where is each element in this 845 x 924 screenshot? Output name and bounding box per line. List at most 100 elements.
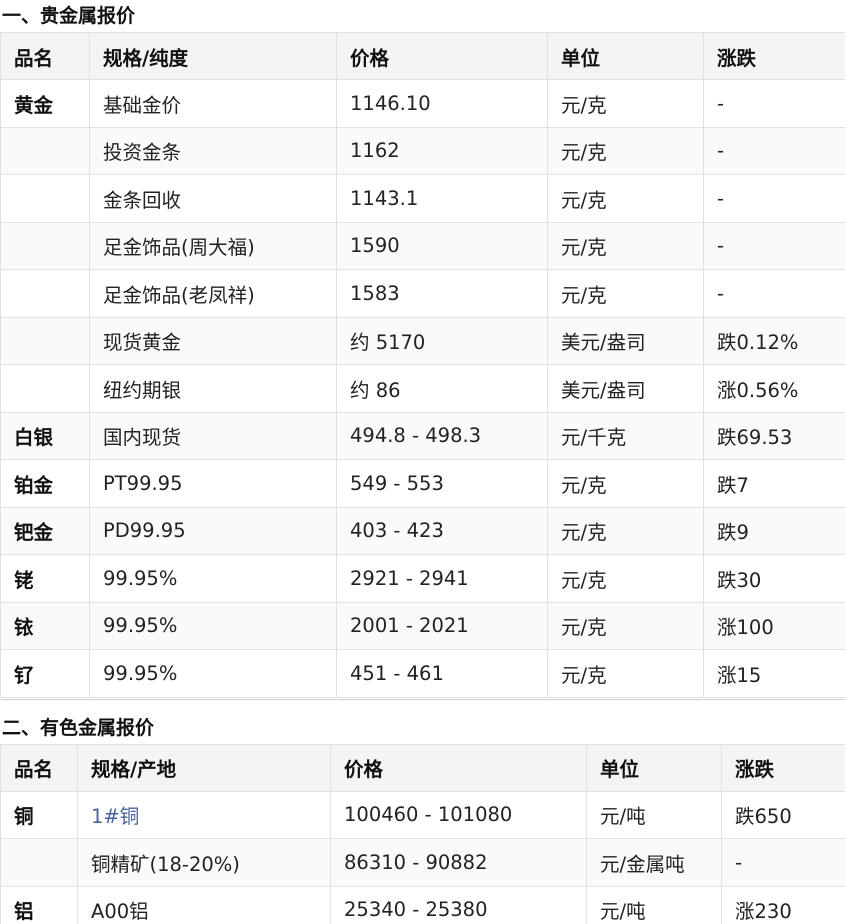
cell-spec: 足金饰品(老凤祥) [89,269,337,318]
cell-unit: 元/克 [547,649,704,698]
copper-link[interactable]: 1#铜 [91,805,139,828]
cell-name: 钯金 [0,506,90,555]
cell-price: 1162 [336,126,548,175]
cell-unit: 元/千克 [547,411,704,460]
cell-spec: 铜精矿(18-20%) [77,838,331,887]
cell-unit: 元/吨 [586,885,722,924]
cell-unit: 元/克 [547,554,704,603]
cell-price: 451 - 461 [336,649,548,698]
section-nonferrous-metals: 二、有色金属报价 品名 规格/产地 价格 单位 涨跌 铜 1#铜 100460 … [0,712,845,924]
cell-name [0,126,90,175]
cell-change: 涨230 [721,885,845,924]
table-row: 铝 A00铝 25340 - 25380 元/吨 涨230 [0,885,845,924]
header-name: 品名 [0,32,90,80]
table-row: 铜精矿(18-20%) 86310 - 90882 元/金属吨 - [0,838,845,887]
cell-unit: 元/吨 [586,790,722,839]
table-row: 足金饰品(老凤祥) 1583 元/克 - [0,269,845,318]
cell-name: 白银 [0,411,90,460]
cell-spec: 金条回收 [89,174,337,223]
table-row: 金条回收 1143.1 元/克 - [0,174,845,223]
table-row: 铂金 PT99.95 549 - 553 元/克 跌7 [0,459,845,508]
cell-change: 涨100 [703,601,845,650]
cell-change: 跌7 [703,459,845,508]
cell-spec: 基础金价 [89,79,337,128]
cell-spec: PT99.95 [89,459,337,508]
cell-name [0,364,90,413]
cell-name [0,316,90,365]
cell-spec: 纽约期银 [89,364,337,413]
cell-price: 1146.10 [336,79,548,128]
table-row: 铱 99.95% 2001 - 2021 元/克 涨100 [0,601,845,650]
cell-price: 2921 - 2941 [336,554,548,603]
cell-unit: 美元/盎司 [547,316,704,365]
cell-name [0,174,90,223]
cell-name [0,838,78,887]
section-title: 一、贵金属报价 [2,5,136,27]
cell-unit: 元/克 [547,459,704,508]
header-price: 价格 [330,743,587,792]
cell-spec: 投资金条 [89,126,337,175]
cell-unit: 元/克 [547,221,704,270]
cell-price: 86310 - 90882 [330,838,587,887]
section-title: 二、有色金属报价 [2,716,155,739]
cell-unit: 美元/盎司 [547,364,704,413]
cell-unit: 元/克 [547,601,704,650]
cell-change: 跌9 [703,506,845,555]
cell-price: 100460 - 101080 [330,790,587,839]
cell-change: 跌30 [703,554,845,603]
cell-change: - [703,221,845,270]
header-spec: 规格/纯度 [89,32,337,80]
cell-change: - [703,79,845,128]
cell-name: 黄金 [0,79,90,128]
cell-change: 涨15 [703,649,845,698]
cell-price: 25340 - 25380 [330,885,587,924]
table-header-row: 品名 规格/产地 价格 单位 涨跌 [0,743,845,792]
cell-spec: 1#铜 [77,790,331,839]
table-row: 钯金 PD99.95 403 - 423 元/克 跌9 [0,506,845,555]
table-row: 白银 国内现货 494.8 - 498.3 元/千克 跌69.53 [0,411,845,460]
table-row: 铜 1#铜 100460 - 101080 元/吨 跌650 [0,790,845,839]
cell-price: 1583 [336,269,548,318]
header-change: 涨跌 [703,32,845,80]
cell-change: - [703,174,845,223]
cell-unit: 元/克 [547,79,704,128]
cell-spec: 99.95% [89,649,337,698]
cell-name: 铜 [0,790,78,839]
section-divider [0,698,845,712]
cell-price: 1590 [336,221,548,270]
cell-spec: PD99.95 [89,506,337,555]
cell-spec: 足金饰品(周大福) [89,221,337,270]
cell-spec: 现货黄金 [89,316,337,365]
cell-name [0,269,90,318]
cell-price: 2001 - 2021 [336,601,548,650]
table-row: 纽约期银 约 86 美元/盎司 涨0.56% [0,364,845,413]
cell-price: 549 - 553 [336,459,548,508]
section-precious-metals: 一、贵金属报价 品名 规格/纯度 价格 单位 涨跌 黄金 基础金价 1146.1… [0,0,845,698]
cell-unit: 元/克 [547,506,704,555]
table-row: 现货黄金 约 5170 美元/盎司 跌0.12% [0,316,845,365]
table-header-row: 品名 规格/纯度 价格 单位 涨跌 [0,32,845,80]
cell-name: 铂金 [0,459,90,508]
cell-name [0,221,90,270]
header-unit: 单位 [586,743,722,792]
cell-price: 403 - 423 [336,506,548,555]
cell-price: 约 86 [336,364,548,413]
header-price: 价格 [336,32,548,80]
cell-unit: 元/克 [547,126,704,175]
cell-change: - [703,126,845,175]
table-row: 钌 99.95% 451 - 461 元/克 涨15 [0,649,845,698]
table-row: 铑 99.95% 2921 - 2941 元/克 跌30 [0,554,845,603]
cell-unit: 元/金属吨 [586,838,722,887]
nonferrous-metals-table: 品名 规格/产地 价格 单位 涨跌 铜 1#铜 100460 - 101080 … [0,743,845,924]
header-spec: 规格/产地 [77,743,331,792]
table-row: 足金饰品(周大福) 1590 元/克 - [0,221,845,270]
cell-name: 铑 [0,554,90,603]
cell-price: 约 5170 [336,316,548,365]
precious-metals-table: 品名 规格/纯度 价格 单位 涨跌 黄金 基础金价 1146.10 元/克 - … [0,32,845,698]
cell-spec: 99.95% [89,554,337,603]
cell-change: - [703,269,845,318]
cell-change: 跌0.12% [703,316,845,365]
header-name: 品名 [0,743,78,792]
cell-name: 钌 [0,649,90,698]
cell-unit: 元/克 [547,269,704,318]
